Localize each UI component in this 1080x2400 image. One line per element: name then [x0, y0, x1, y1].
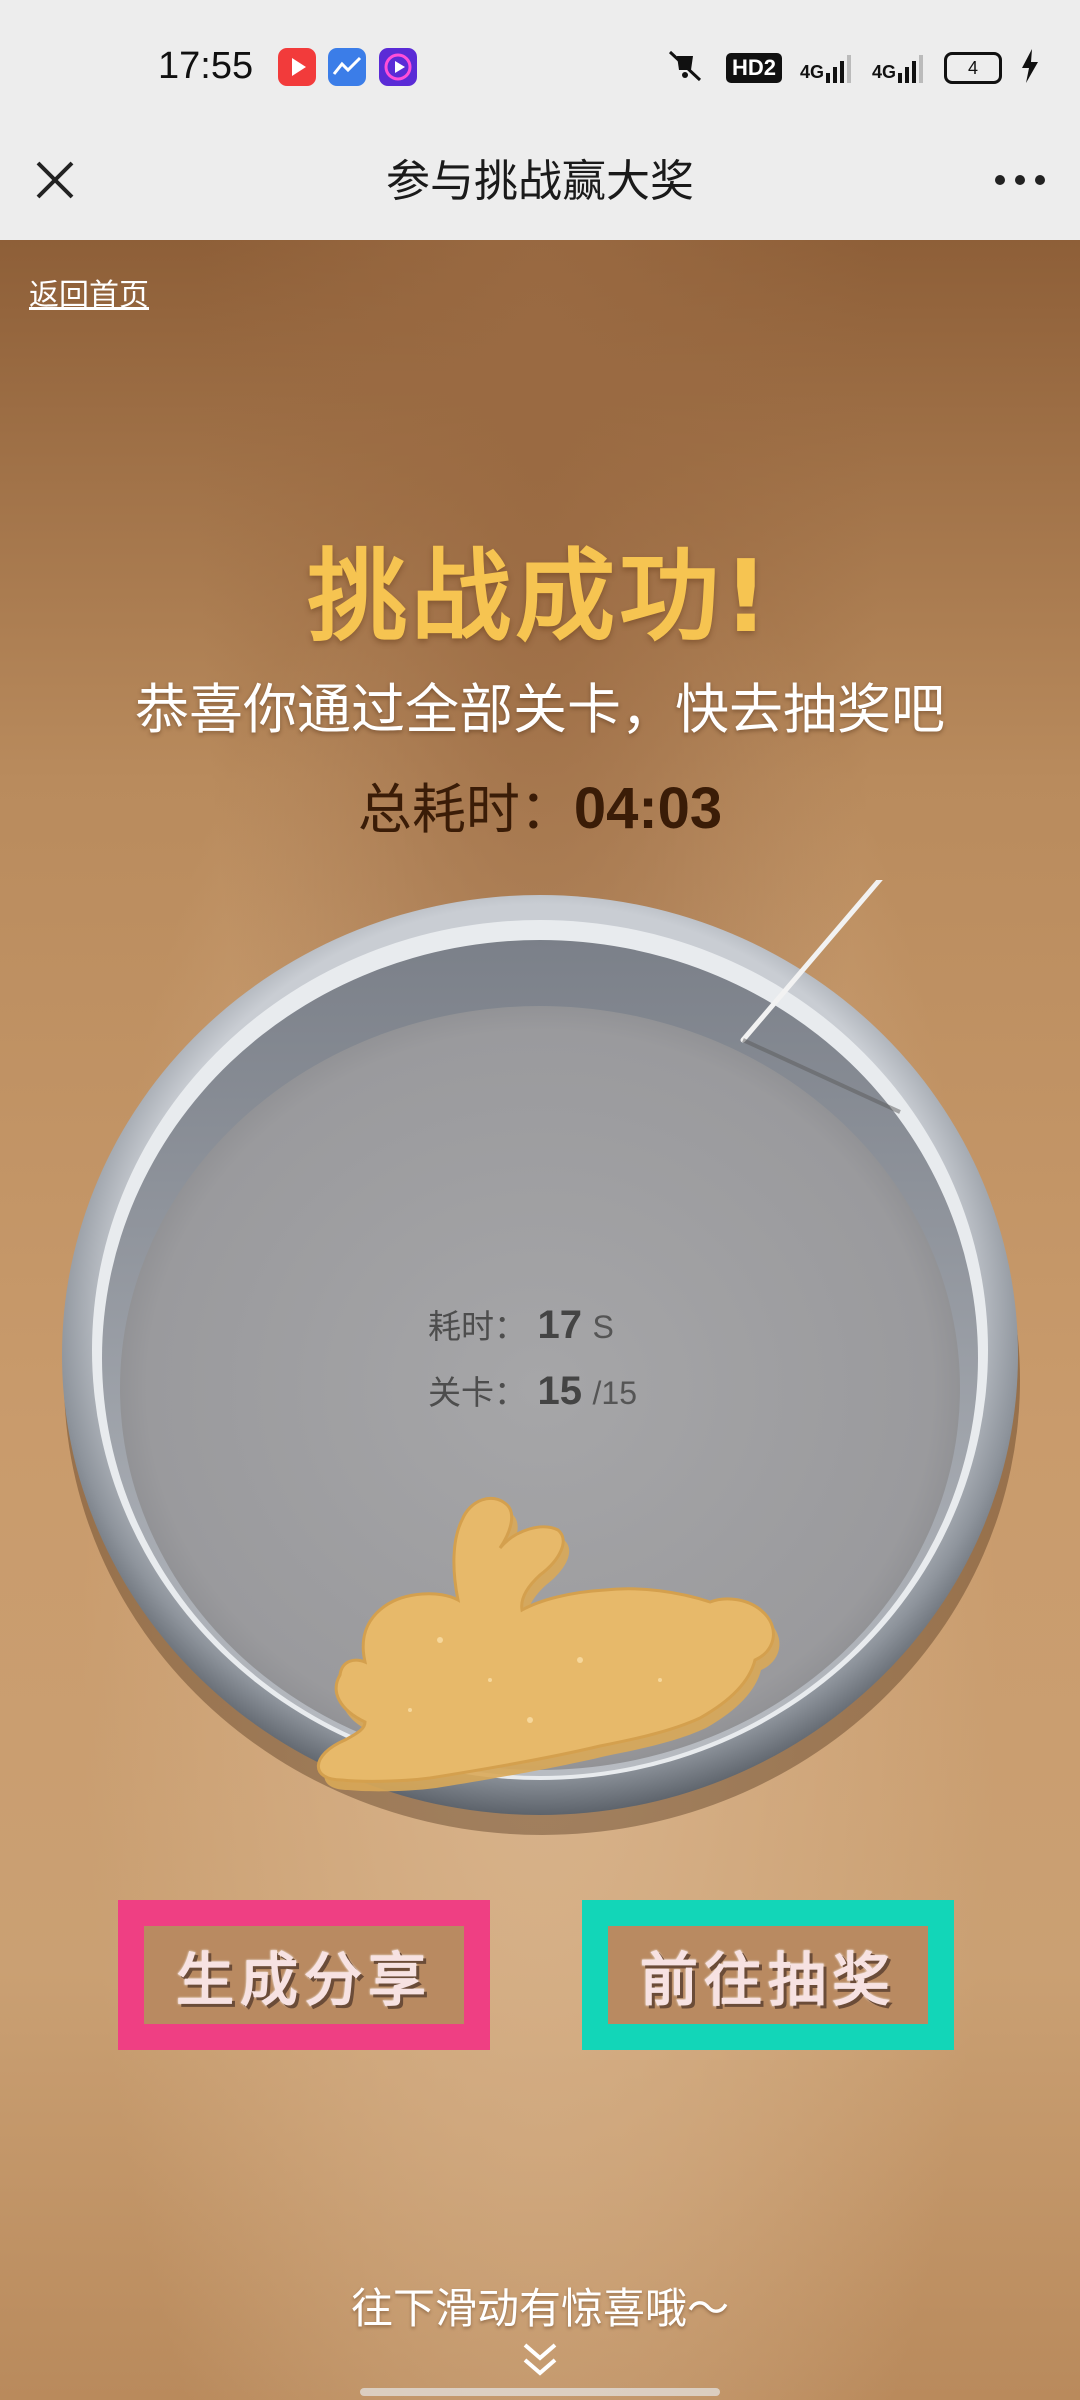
hd-icon: HD2 — [725, 53, 782, 83]
total-time: 总耗时：04:03 — [0, 765, 1080, 844]
lottery-button-label: 前往抽奖 — [639, 1946, 896, 2014]
status-time: 17:55 — [158, 45, 254, 87]
signal-icon: 4G — [872, 53, 926, 83]
share-button-label: 生成分享 — [175, 1946, 432, 2014]
video-app-icon — [278, 48, 316, 86]
stat-time-label: 耗时： — [428, 1307, 527, 1346]
more-icon[interactable] — [990, 155, 1050, 205]
share-button[interactable]: 生成分享 — [118, 1900, 490, 2050]
nav-bar: 参与挑战赢大奖 — [0, 135, 1080, 240]
stat-level-total: /15 — [592, 1375, 637, 1411]
stat-level-value: 15 — [537, 1369, 583, 1413]
chevron-down-icon[interactable] — [515, 2340, 565, 2380]
lottery-button[interactable]: 前往抽奖 — [582, 1900, 954, 2050]
stat-time-value: 17 — [537, 1303, 583, 1347]
stat-level: 关卡： 15 /15 — [428, 1366, 637, 1414]
media-app-icon — [379, 48, 417, 86]
charging-icon — [1020, 49, 1040, 87]
back-home-link[interactable]: 返回首页 — [29, 270, 149, 314]
total-time-value: 04:03 — [573, 776, 723, 841]
congrats-text: 恭喜你通过全部关卡，快去抽奖吧 — [135, 678, 945, 741]
challenge-result-page: 返回首页 挑战成功! 恭喜你通过全部关卡，快去抽奖吧 总耗时：04:03 耗时：… — [0, 240, 1080, 2400]
success-title: 挑战成功! — [307, 538, 773, 655]
stat-level-label: 关卡： — [428, 1373, 527, 1412]
stat-time: 耗时： 17 S — [428, 1300, 614, 1348]
stat-time-unit: S — [592, 1309, 614, 1345]
total-time-label: 总耗时： — [357, 778, 574, 841]
status-bar: 17:55 HD2 4G 4G 4 — [0, 0, 1080, 135]
cookie-plate: 耗时： 17 S 关卡： 15 /15 — [60, 880, 1020, 1840]
mute-icon — [662, 48, 708, 88]
signal-icon: 4G — [800, 53, 854, 83]
scroll-hint: 往下滑动有惊喜哦～ — [350, 2284, 729, 2333]
home-indicator[interactable] — [360, 2388, 720, 2396]
battery-icon: 4 — [944, 52, 1002, 84]
page-title: 参与挑战赢大奖 — [386, 156, 694, 207]
needle-icon — [740, 880, 901, 1114]
finance-app-icon — [328, 48, 366, 86]
